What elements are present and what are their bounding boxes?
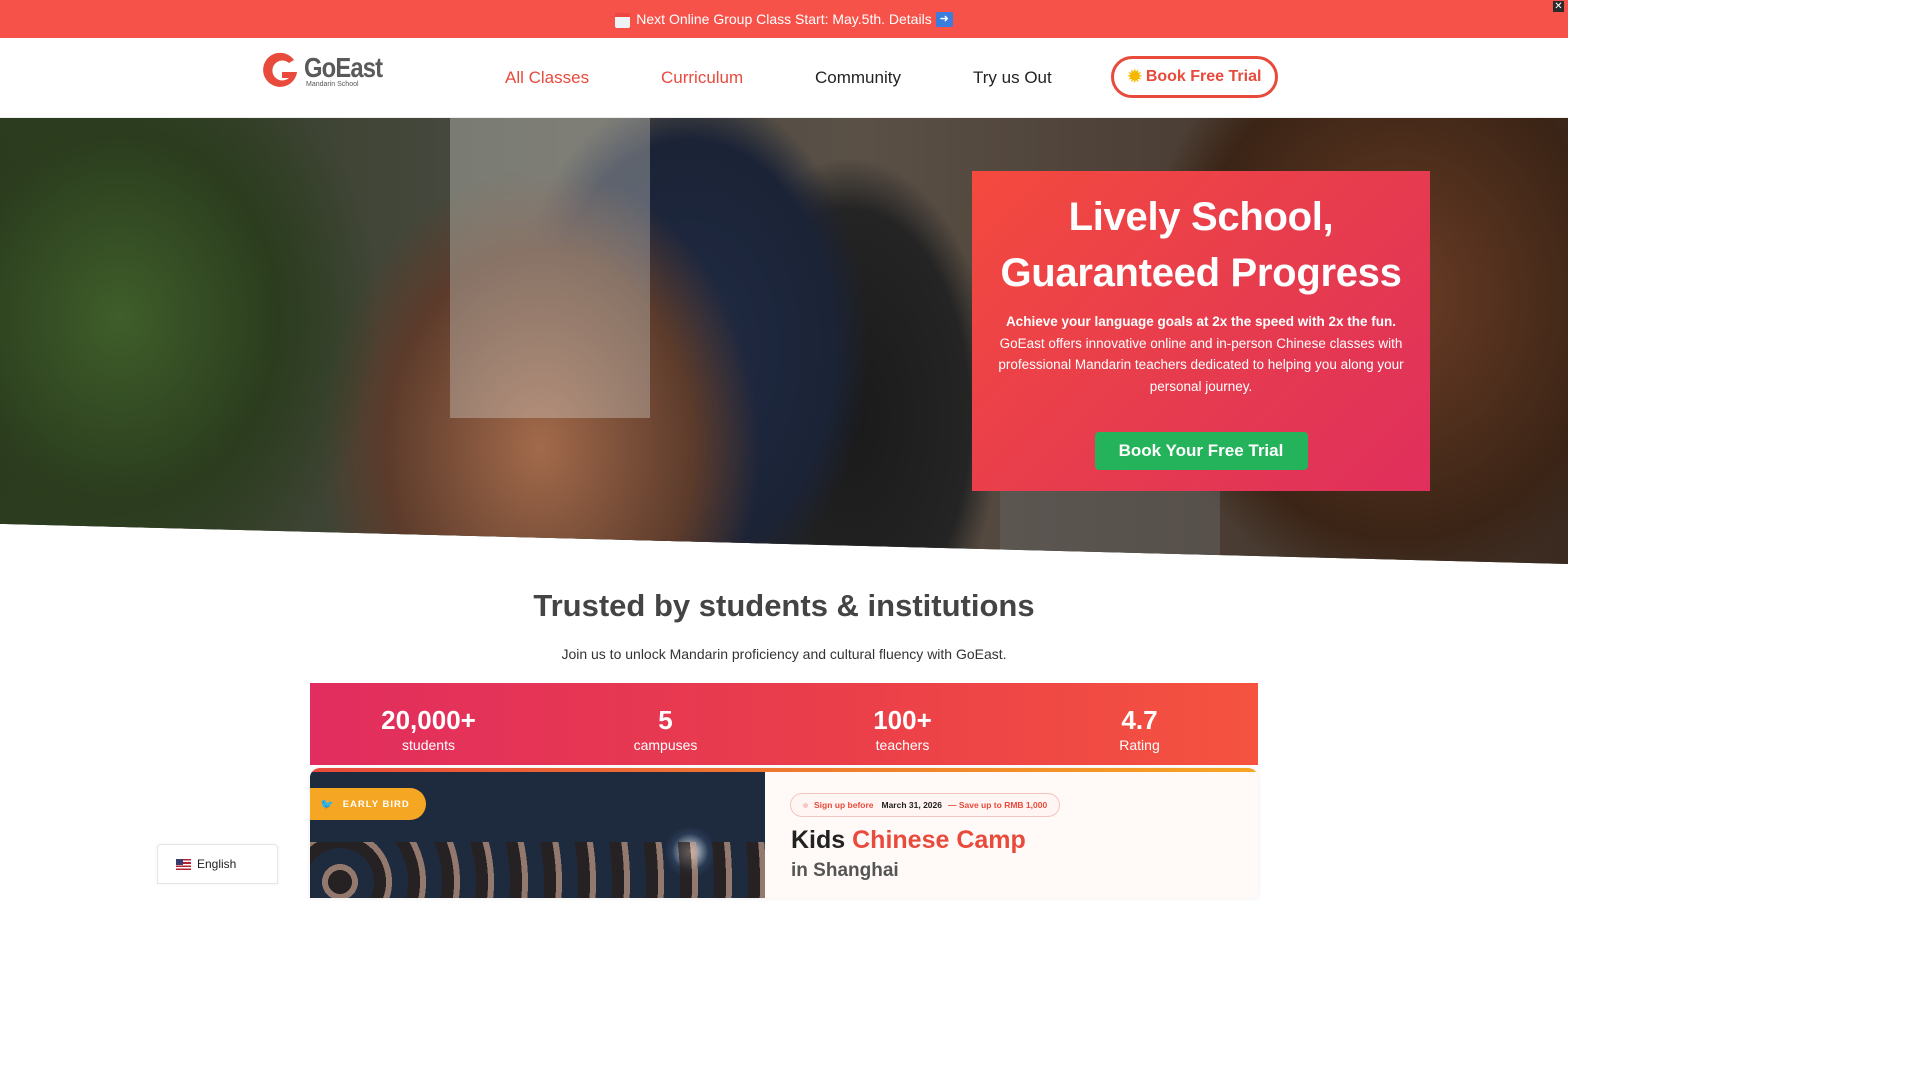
logo-name: GoEast (304, 51, 383, 83)
language-switcher[interactable]: English (157, 844, 278, 884)
hero-description-bold: Achieve your language goals at 2x the sp… (1005, 314, 1397, 329)
dot-icon (803, 802, 808, 808)
hero-section: Lively School, Guaranteed Progress Achie… (0, 118, 1568, 564)
pill-savings: — Save up to RMB 1,000 (947, 800, 1048, 810)
stat-students: 20,000+ students (310, 683, 547, 765)
book-free-trial-button[interactable]: ✹ Book Free Trial (1111, 56, 1278, 98)
nav-community[interactable]: Community (815, 68, 901, 88)
hero-photo-wall (450, 118, 650, 418)
sun-icon: ✹ (1127, 67, 1142, 86)
stat-teachers: 100+ teachers (784, 683, 1021, 765)
pill-signup-text: Sign up before (814, 800, 874, 810)
stat-value: 4.7 (1121, 705, 1158, 735)
early-bird-label: EARLY BIRD (342, 798, 410, 810)
arrow-right-icon[interactable]: ➜ (935, 11, 953, 27)
nav-all-classes[interactable]: All Classes (505, 68, 589, 88)
hero-title: Lively School, Guaranteed Progress (972, 189, 1430, 301)
announcement-text[interactable]: Next Online Group Class Start: May.5th. … (636, 11, 931, 27)
camp-title-plain: Kids (791, 826, 853, 854)
camp-content: Sign up before March 31, 2026 — Save up … (765, 772, 1258, 898)
hero-title-line1: Lively School, (1068, 195, 1334, 239)
stat-label: Rating (1119, 737, 1160, 753)
stat-label: teachers (875, 737, 930, 753)
nav-curriculum[interactable]: Curriculum (661, 68, 743, 88)
camp-subtitle: in Shanghai (791, 860, 899, 881)
camp-title: Kids Chinese Camp (791, 826, 1026, 855)
stat-label: students (402, 737, 455, 753)
signup-deadline-pill: Sign up before March 31, 2026 — Save up … (790, 793, 1061, 817)
trusted-title: Trusted by students & institutions (533, 588, 1035, 623)
logo[interactable]: GoEast Mandarin School (260, 50, 396, 90)
pill-date: March 31, 2026 (881, 800, 942, 810)
bird-icon: 🐦 (320, 798, 335, 811)
hero-card: Lively School, Guaranteed Progress Achie… (972, 171, 1430, 491)
nav-try-us-out[interactable]: Try us Out (973, 68, 1052, 88)
language-label: English (197, 857, 237, 871)
stat-rating: 4.7 Rating (1021, 683, 1258, 765)
stats-bar: 20,000+ students 5 campuses 100+ teacher… (310, 683, 1258, 765)
kids-camp-card[interactable]: 🐦 EARLY BIRD Sign up before March 31, 20… (310, 768, 1258, 898)
hero-description: Achieve your language goals at 2x the sp… (996, 311, 1406, 397)
stat-value: 20,000+ (381, 705, 476, 735)
announcement-bar[interactable]: Next Online Group Class Start: May.5th. … (0, 0, 1568, 38)
trusted-subtitle: Join us to unlock Mandarin proficiency a… (561, 646, 1007, 662)
stat-label: campuses (633, 737, 698, 753)
stat-value: 100+ (873, 705, 932, 735)
book-free-trial-label: Book Free Trial (1145, 68, 1262, 85)
stat-campuses: 5 campuses (547, 683, 784, 765)
camp-title-highlight: Chinese Camp (852, 826, 1026, 854)
early-bird-badge: 🐦 EARLY BIRD (310, 788, 426, 820)
close-icon[interactable]: ✕ (1553, 1, 1564, 12)
hero-title-line2: Guaranteed Progress (1000, 251, 1402, 295)
book-your-free-trial-button[interactable]: Book Your Free Trial (1094, 432, 1308, 470)
hero-description-rest: GoEast offers innovative online and in-p… (998, 335, 1404, 394)
camp-photo-group (310, 842, 765, 898)
goeast-logo-icon (263, 52, 297, 87)
calendar-icon (615, 12, 631, 28)
site-header: GoEast Mandarin School All Classes Curri… (0, 38, 1568, 118)
us-flag-icon (176, 858, 191, 870)
stat-value: 5 (658, 705, 673, 735)
